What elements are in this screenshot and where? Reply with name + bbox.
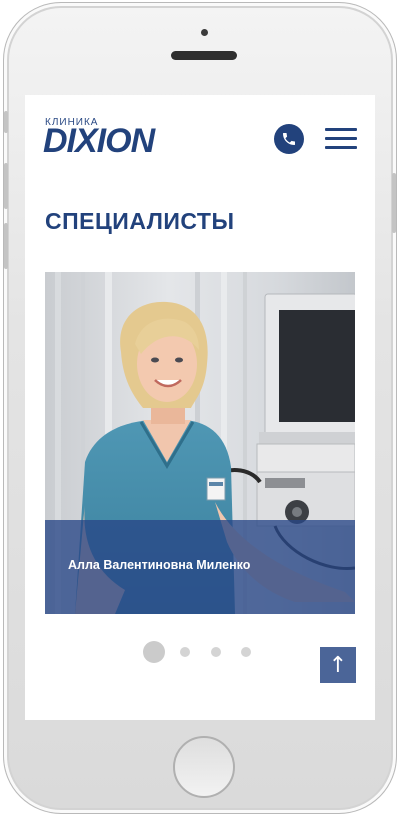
specialist-name: Алла Валентиновна Миленко	[68, 558, 251, 572]
volume-up-button	[4, 163, 8, 209]
clinic-logo[interactable]: КЛИНИКА DIXION	[43, 117, 193, 160]
pagination-dot-2[interactable]	[180, 647, 190, 657]
specialist-card[interactable]: Алла Валентиновна Миленко	[45, 272, 355, 614]
pagination-dot-3[interactable]	[211, 647, 221, 657]
menu-bar-bottom	[325, 146, 357, 149]
logo-wordmark: DIXION	[43, 122, 155, 160]
hamburger-menu-icon[interactable]	[325, 127, 357, 151]
pagination-dot-1[interactable]	[143, 641, 165, 663]
phone-icon	[283, 133, 295, 145]
scroll-to-top-button[interactable]: ↑	[320, 647, 356, 683]
arrow-up-icon: ↑	[328, 652, 348, 678]
page-title: СПЕЦИАЛИСТЫ	[45, 208, 235, 234]
volume-down-button	[4, 223, 8, 269]
phone-screen: КЛИНИКА DIXION СПЕЦИАЛИСТЫ Алла Валентин…	[25, 95, 375, 720]
front-camera	[201, 29, 208, 36]
home-button[interactable]	[173, 736, 235, 798]
slider-pagination	[143, 641, 263, 665]
earpiece-speaker	[171, 51, 237, 60]
pagination-dot-4[interactable]	[241, 647, 251, 657]
specialist-name-overlay: Алла Валентиновна Миленко	[45, 520, 355, 614]
power-button	[392, 173, 396, 233]
call-button[interactable]	[274, 124, 304, 154]
mute-switch	[4, 111, 8, 133]
menu-bar-top	[325, 128, 357, 131]
menu-bar-middle	[325, 137, 357, 140]
